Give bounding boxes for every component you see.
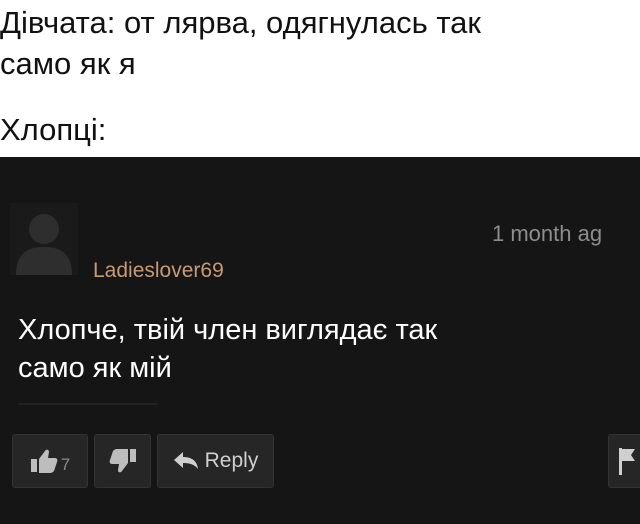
comment-body: Хлопче, твій член виглядає так само як м… — [18, 311, 618, 387]
dislike-button[interactable] — [94, 434, 151, 488]
flag-button[interactable] — [608, 434, 640, 488]
default-avatar-icon[interactable] — [10, 203, 78, 275]
comment-timestamp: 1 month ag — [492, 221, 603, 246]
like-button[interactable]: 7 — [12, 434, 88, 488]
comment-divider — [18, 403, 158, 405]
flag-icon — [617, 446, 637, 476]
caption-girls-line-2: само як я — [0, 46, 136, 81]
comment-text-line-1: Хлопче, твій член виглядає так — [18, 314, 438, 346]
comment-card: 1 month ag Ladieslover69 Хлопче, твій чл… — [0, 157, 640, 524]
comment-username[interactable]: Ladieslover69 — [93, 259, 224, 283]
thumbs-up-icon — [30, 448, 58, 474]
thumbs-down-icon — [109, 448, 137, 474]
comment-text-line-2: само як мій — [18, 352, 172, 384]
caption-girls-line-1: Дівчата: от лярва, одягнулась так — [0, 5, 481, 40]
reply-arrow-icon — [173, 451, 199, 471]
reply-button[interactable]: Reply — [157, 434, 274, 488]
caption-boys: Хлопці: — [0, 112, 107, 147]
like-count: 7 — [60, 455, 71, 474]
reply-label: Reply — [204, 449, 259, 472]
